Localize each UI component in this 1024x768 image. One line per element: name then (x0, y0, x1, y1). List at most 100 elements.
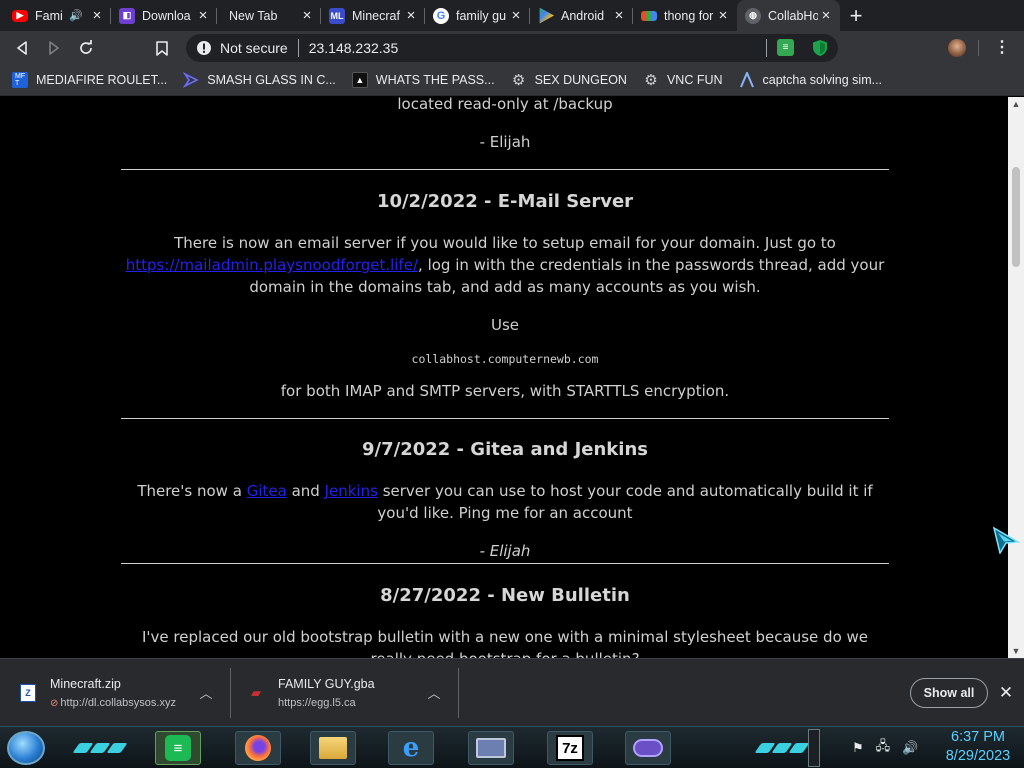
scroll-up-arrow[interactable]: ▲ (1008, 97, 1024, 111)
url-text[interactable]: 23.148.232.35 (309, 40, 399, 56)
globe-icon: ◍ (745, 7, 761, 24)
post-title: 8/27/2022 - New Bulletin (380, 585, 630, 606)
speaker-icon[interactable]: 🔊 (69, 9, 83, 22)
taskbar-app-gba[interactable] (625, 731, 671, 765)
bookmark-whats-the-pass[interactable]: ▲ WHATS THE PASS... (351, 72, 495, 88)
bookmark-captcha[interactable]: captcha solving sim... (739, 72, 882, 88)
post-text: server you can use to host your code and… (377, 482, 873, 522)
bookmark-mediafire[interactable]: MF T MEDIAFIRE ROULET... (12, 72, 167, 88)
system-tray: ⚑ 🖧 🔊 (852, 733, 918, 763)
bookmark-vnc-fun[interactable]: ⚙ VNC FUN (643, 72, 723, 89)
post-body: I've replaced our old bootstrap bulletin… (141, 628, 869, 658)
show-all-button[interactable]: Show all (910, 678, 988, 708)
zip-file-icon: Z (20, 684, 36, 702)
tab-new-tab[interactable]: New Tab × (217, 0, 321, 31)
tab-collabhost[interactable]: ◍ CollabHo × (737, 0, 840, 31)
taskbar-app-ie[interactable]: e (388, 731, 434, 765)
close-icon[interactable]: × (195, 7, 211, 24)
bookmark-smash-glass[interactable]: SMASH GLASS IN C... (183, 72, 336, 88)
taskbar-app-firefox[interactable] (235, 731, 281, 765)
network-icon[interactable]: 🖧 (876, 737, 891, 759)
address-bar[interactable]: Not secure 23.148.232.35 ≡ (186, 34, 838, 62)
close-icon[interactable]: ✕ (996, 683, 1016, 703)
post-text: and (291, 482, 320, 500)
post-title: 9/7/2022 - Gitea and Jenkins (362, 439, 648, 460)
close-icon[interactable]: × (299, 7, 315, 24)
reload-icon (80, 40, 92, 54)
download-shelf: Z Minecraft.zip ⊘ http://dl.collabsysos.x… (0, 658, 1024, 726)
download-name: FAMILY GUY.gba (278, 677, 375, 691)
close-icon[interactable]: × (715, 7, 731, 24)
clock-date: 8/29/2023 (945, 748, 1011, 764)
security-label[interactable]: Not secure (220, 40, 288, 56)
gear-icon: ⚙ (511, 72, 526, 89)
close-icon[interactable]: × (89, 7, 105, 24)
divider (121, 418, 889, 419)
new-tab-button[interactable]: + (842, 2, 870, 30)
scroll-thumb[interactable] (1012, 167, 1020, 267)
forward-button[interactable] (38, 32, 70, 64)
chevron-up-icon[interactable]: ︿ (198, 683, 214, 702)
tab-title: thong for (664, 8, 714, 23)
menu-divider (978, 40, 979, 56)
profile-avatar[interactable] (948, 39, 966, 57)
bookmarks-bar: MF T MEDIAFIRE ROULET... SMASH GLASS IN C… (0, 65, 1024, 96)
menu-icon[interactable]: ⋮ (994, 37, 1010, 57)
tab-title: CollabHo (768, 8, 818, 23)
mailadmin-link[interactable]: https://mailadmin.playsnoodforget.life/ (126, 256, 418, 274)
twitch-icon: ◧ (119, 7, 135, 24)
scrollbar[interactable]: ▲ ▼ (1008, 97, 1024, 658)
clock[interactable]: 6:37 PM 8/29/2023 (938, 728, 1018, 766)
close-icon[interactable]: × (818, 7, 834, 24)
download-url: ⊘ http://dl.collabsysos.xyz (50, 697, 176, 709)
tab-thong[interactable]: thong for × (633, 0, 737, 31)
download-name: Minecraft.zip (50, 677, 121, 691)
taskbar-app-card[interactable] (468, 731, 514, 765)
gear-icon: ⚙ (644, 72, 658, 89)
a-logo-icon (739, 72, 754, 88)
taskbar-app-explorer[interactable] (310, 731, 356, 765)
close-icon[interactable]: × (611, 7, 627, 24)
start-button[interactable] (7, 731, 45, 765)
taskbar-app-7zip[interactable]: 7z (547, 731, 593, 765)
scroll-down-arrow[interactable]: ▼ (1008, 644, 1024, 658)
gitea-link[interactable]: Gitea (247, 482, 287, 500)
tab-title: Fami (35, 8, 63, 23)
tab-android[interactable]: Android × (530, 0, 633, 31)
taskbar-app-spotify[interactable]: ≡ (155, 731, 201, 765)
flag-icon[interactable]: ⚑ (852, 740, 864, 756)
bookmark-sex-dungeon[interactable]: ⚙ SEX DUNGEON (511, 72, 627, 89)
tab-family-guy[interactable]: G family gu × (425, 0, 530, 31)
green-app-icon: ≡ (165, 735, 191, 761)
bookmark-label: MEDIAFIRE ROULET... (36, 73, 168, 87)
internet-explorer-icon: e (402, 733, 420, 763)
tab-minecraft[interactable]: ML Minecraf × (321, 0, 425, 31)
tab-youtube[interactable]: ▶ Fami 🔊 × (4, 0, 111, 31)
tab-title: family gu (456, 8, 507, 23)
use-label: Use (490, 316, 520, 334)
post-text: There is now an email server if you woul… (174, 234, 836, 252)
jenkins-link[interactable]: Jenkins (325, 482, 378, 500)
bookmark-label: SMASH GLASS IN C... (207, 73, 336, 87)
tab-title: Android (561, 8, 605, 23)
close-icon[interactable]: × (403, 7, 419, 24)
bookmark-button[interactable] (146, 32, 178, 64)
download-item[interactable]: ▰ FAMILY GUY.gba https://egg.l5.ca (248, 668, 448, 718)
shield-icon[interactable] (812, 39, 828, 57)
back-button[interactable] (6, 32, 38, 64)
youtube-icon: ▶ (12, 9, 28, 22)
extension-green-icon[interactable]: ≡ (777, 39, 794, 56)
divider (121, 563, 889, 564)
volume-icon[interactable]: 🔊 (902, 740, 918, 756)
reload-button[interactable] (70, 32, 102, 64)
post-body: There is now an email server if you woul… (121, 232, 889, 298)
bookmark-label: WHATS THE PASS... (375, 73, 495, 87)
page-viewport[interactable]: located read-only at /backup - Elijah 10… (0, 97, 1008, 658)
chevron-up-icon[interactable]: ︿ (426, 683, 442, 702)
download-item[interactable]: Z Minecraft.zip ⊘ http://dl.collabsysos.x… (20, 668, 220, 718)
close-icon[interactable]: × (508, 7, 524, 24)
tab-title: Minecraf (352, 8, 400, 23)
bookmark-label: VNC FUN (666, 73, 723, 87)
show-desktop-bar[interactable] (808, 729, 820, 767)
tab-download[interactable]: ◧ Downloa × (111, 0, 217, 31)
